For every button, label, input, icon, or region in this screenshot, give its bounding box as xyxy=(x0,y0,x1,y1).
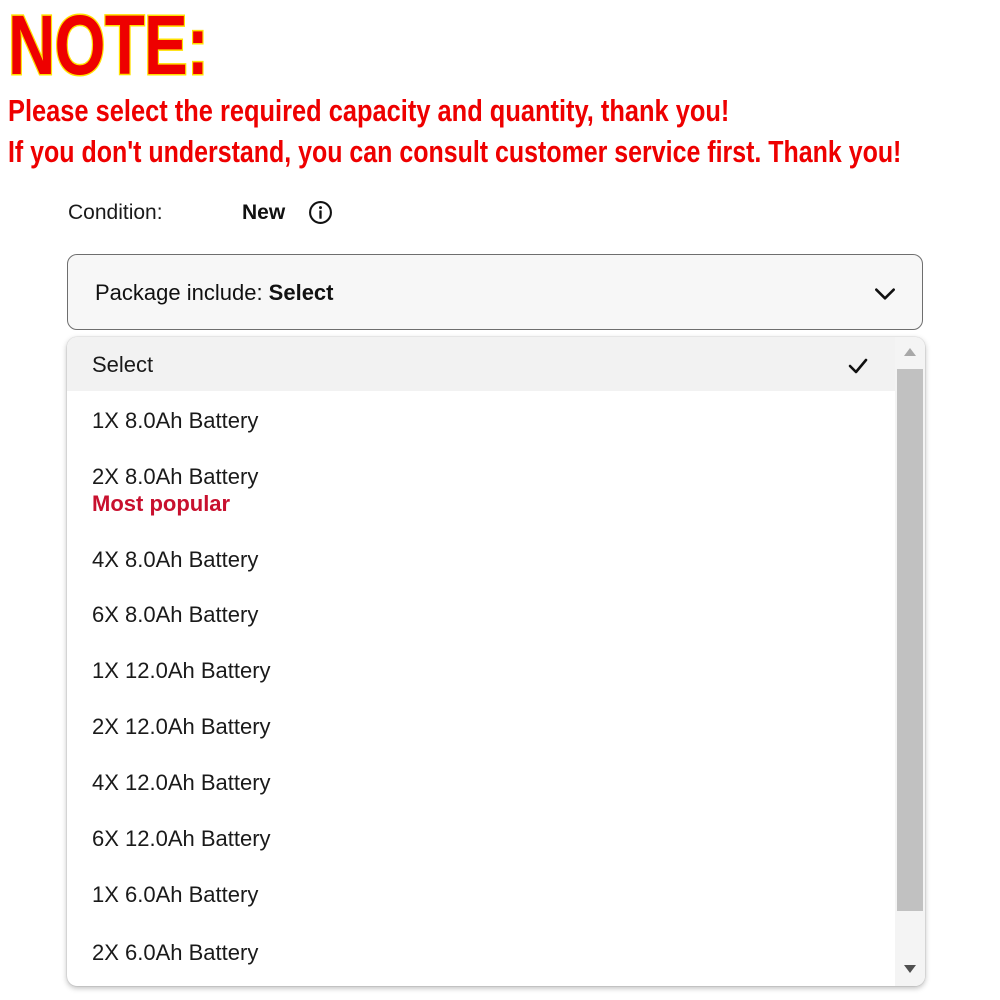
scroll-down-arrow-icon[interactable] xyxy=(903,964,917,974)
info-circle-icon[interactable] xyxy=(308,200,333,225)
package-select[interactable]: Package include: Select xyxy=(67,254,923,330)
option-2x-6ah[interactable]: 2X 6.0Ah Battery xyxy=(67,923,895,986)
option-2x-8ah[interactable]: 2X 8.0Ah Battery Most popular xyxy=(67,447,895,531)
option-label: 1X 6.0Ah Battery xyxy=(92,882,259,907)
option-label: 2X 6.0Ah Battery xyxy=(92,940,259,965)
option-label: 1X 8.0Ah Battery xyxy=(92,408,259,433)
option-1x-8ah[interactable]: 1X 8.0Ah Battery xyxy=(67,391,895,447)
package-select-value: Select xyxy=(268,280,334,305)
package-dropdown-list: Select 1X 8.0Ah Battery 2X 8.0Ah Battery… xyxy=(67,337,925,986)
option-label: 2X 12.0Ah Battery xyxy=(92,714,271,739)
option-label: 6X 8.0Ah Battery xyxy=(92,602,259,627)
option-select[interactable]: Select xyxy=(67,337,895,391)
checkmark-icon xyxy=(848,358,868,374)
option-label: 6X 12.0Ah Battery xyxy=(92,826,271,851)
option-label: 4X 12.0Ah Battery xyxy=(92,770,271,795)
option-label: 2X 8.0Ah Battery xyxy=(92,464,259,489)
scrollbar-thumb[interactable] xyxy=(897,369,923,911)
option-1x-6ah[interactable]: 1X 6.0Ah Battery xyxy=(67,867,895,923)
package-select-label: Package include: xyxy=(95,280,269,305)
condition-label: Condition: xyxy=(68,201,163,224)
option-6x-8ah[interactable]: 6X 8.0Ah Battery xyxy=(67,587,895,643)
most-popular-badge: Most popular xyxy=(92,491,231,516)
condition-row: Condition: New xyxy=(68,197,468,227)
note-title: NOTE: xyxy=(7,0,210,92)
chevron-down-icon xyxy=(875,288,895,300)
note-line-2: If you don't understand, you can consult… xyxy=(8,134,902,169)
scroll-up-arrow-icon[interactable] xyxy=(903,347,917,357)
dropdown-scrollbar[interactable] xyxy=(895,337,925,986)
note-line-1: Please select the required capacity and … xyxy=(8,93,730,128)
option-4x-8ah[interactable]: 4X 8.0Ah Battery xyxy=(67,531,895,587)
option-label: Select xyxy=(92,352,154,377)
option-1x-12ah[interactable]: 1X 12.0Ah Battery xyxy=(67,643,895,699)
option-label: 1X 12.0Ah Battery xyxy=(92,658,271,683)
condition-value: New xyxy=(242,201,286,224)
option-6x-12ah[interactable]: 6X 12.0Ah Battery xyxy=(67,811,895,867)
option-label: 4X 8.0Ah Battery xyxy=(92,547,259,572)
option-4x-12ah[interactable]: 4X 12.0Ah Battery xyxy=(67,755,895,811)
option-2x-12ah[interactable]: 2X 12.0Ah Battery xyxy=(67,699,895,755)
package-select-text: Package include: Select xyxy=(95,280,334,306)
